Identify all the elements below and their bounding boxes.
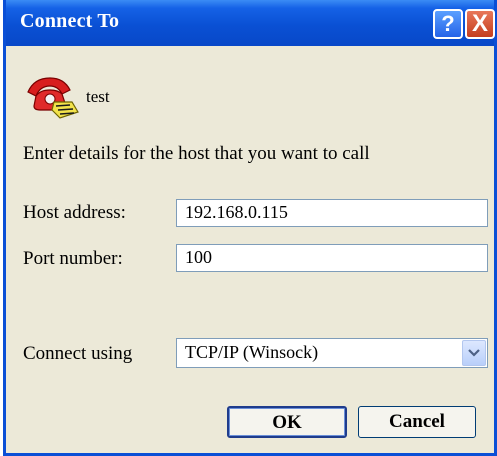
connect-using-value: TCP/IP (Winsock) [185, 342, 319, 362]
port-number-label: Port number: [23, 248, 123, 269]
cancel-button[interactable]: Cancel [358, 406, 476, 438]
close-button[interactable]: X [465, 9, 495, 39]
title-bar[interactable]: Connect To ? X [6, 0, 495, 46]
ok-button[interactable]: OK [227, 406, 347, 438]
connection-name: test [86, 87, 110, 106]
telephone-icon [27, 77, 79, 119]
connect-to-dialog: Connect To ? X test Enter details for th… [3, 0, 497, 456]
chevron-down-icon [468, 349, 480, 357]
window-title: Connect To [20, 10, 120, 32]
dropdown-button[interactable] [462, 340, 486, 366]
connect-using-select[interactable]: TCP/IP (Winsock) [176, 338, 488, 368]
connect-using-label: Connect using [23, 343, 133, 364]
host-address-input[interactable]: 192.168.0.115 [176, 199, 488, 227]
port-number-input[interactable]: 100 [176, 244, 488, 272]
host-address-label: Host address: [23, 202, 126, 223]
instruction-text: Enter details for the host that you want… [23, 143, 370, 164]
help-button[interactable]: ? [433, 9, 463, 39]
